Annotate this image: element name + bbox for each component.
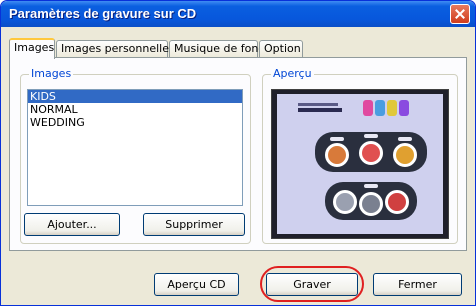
tab-option[interactable]: Option — [259, 40, 303, 58]
preview-image — [271, 89, 449, 239]
title-bar[interactable]: Paramètres de gravure sur CD — [1, 1, 475, 27]
chapter-thumb-icon — [385, 190, 409, 214]
chapter-thumb-icon — [325, 143, 349, 167]
window-title: Paramètres de gravure sur CD — [9, 6, 197, 21]
images-listbox[interactable]: KIDS NORMAL WEDDING — [27, 89, 243, 206]
tab-personal-images[interactable]: Images personnelles — [56, 40, 175, 58]
chapter-thumb-icon — [359, 141, 383, 165]
preview-cd-button[interactable]: Aperçu CD — [154, 273, 239, 296]
menu-preview-screen — [277, 94, 443, 234]
tab-images[interactable]: Images — [9, 38, 55, 59]
burn-highlight-circle — [260, 266, 364, 302]
images-group-legend: Images — [29, 67, 74, 80]
close-button[interactable]: Fermer — [373, 273, 462, 296]
chapter-thumb-icon — [333, 190, 357, 214]
kids-logo — [363, 100, 413, 118]
add-button[interactable]: Ajouter... — [24, 213, 120, 236]
player-logo — [298, 103, 346, 113]
chapter-thumb-icon — [359, 192, 383, 216]
burn-settings-window: Paramètres de gravure sur CD Images Imag… — [0, 0, 476, 306]
list-item-normal[interactable]: NORMAL — [28, 103, 242, 116]
menu-row-2 — [325, 182, 417, 220]
preview-group-legend: Aperçu — [271, 67, 314, 80]
preview-group: Aperçu — [262, 67, 458, 244]
menu-row-1 — [315, 132, 427, 172]
tab-background-music[interactable]: Musique de fond — [169, 40, 265, 58]
close-icon[interactable] — [450, 4, 470, 24]
list-item-kids[interactable]: KIDS — [28, 90, 242, 103]
list-item-wedding[interactable]: WEDDING — [28, 116, 242, 129]
tab-panel: Images KIDS NORMAL WEDDING Aperçu Ajoute… — [9, 57, 467, 251]
delete-button[interactable]: Supprimer — [143, 213, 245, 236]
chapter-thumb-icon — [393, 143, 417, 167]
